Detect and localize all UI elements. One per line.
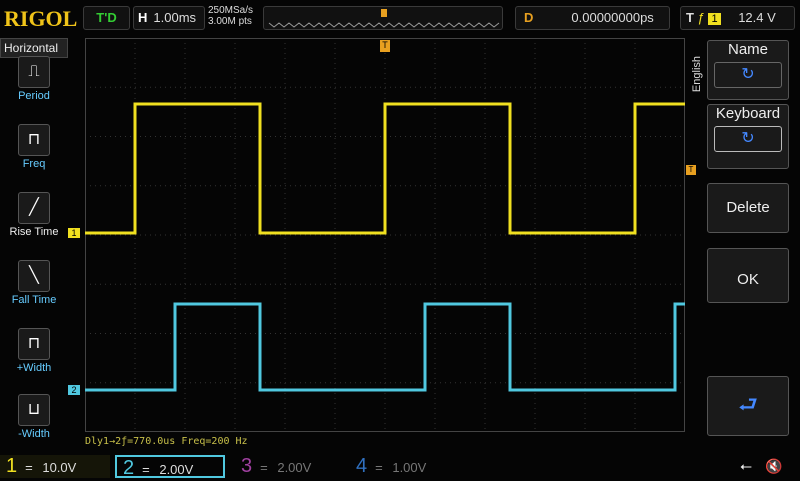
ch-num: 4	[356, 455, 367, 477]
fall-time-button[interactable]: ╲ Fall Time	[3, 260, 65, 306]
period-icon: ⎍	[18, 56, 50, 88]
sample-rate: 250MSa/s	[208, 5, 253, 16]
trigger-display[interactable]: T ƒ 1 12.4 V	[680, 6, 795, 30]
ch1-waveform	[85, 104, 685, 233]
label: Keyboard	[708, 105, 788, 122]
horizontal-measure-menu: Horizontal ⎍ Period ⊓ Freq ╱ Rise Time ╲ Fal…	[0, 38, 68, 453]
ch-scale: 2.00V	[277, 460, 311, 475]
acquisition-info: 250MSa/s3.00M pts	[208, 5, 253, 27]
keyboard-button[interactable]: Keyboard ↻	[707, 104, 789, 169]
label: -Width	[18, 428, 50, 440]
rotate-icon: ↻	[714, 62, 782, 88]
memory-overview[interactable]	[263, 6, 503, 30]
ok-button[interactable]: OK	[707, 248, 789, 303]
trigger-source: 1	[708, 13, 720, 25]
trigger-position-marker[interactable]: T	[380, 40, 390, 52]
fall-time-icon: ╲	[18, 260, 50, 292]
ch2-waveform	[85, 304, 685, 390]
rigol-logo: RIGOL	[4, 6, 77, 32]
ch-scale: 2.00V	[159, 462, 193, 477]
period-button[interactable]: ⎍ Period	[3, 56, 65, 102]
delete-button[interactable]: Delete	[707, 183, 789, 233]
t-label: T	[686, 10, 694, 25]
ch2-marker[interactable]: 2	[68, 385, 80, 395]
freq-icon: ⊓	[18, 124, 50, 156]
timebase-display[interactable]: H 1.00ms	[133, 6, 205, 30]
ch3-scale[interactable]: 3= 2.00V	[235, 455, 345, 478]
rise-time-button[interactable]: ╱ Rise Time	[3, 192, 65, 238]
rise-time-icon: ╱	[18, 192, 50, 224]
delay-value: 0.00000000ps	[571, 10, 653, 25]
language-label: English	[691, 56, 705, 92]
rotate-icon: ↻	[714, 126, 782, 152]
waveform-display[interactable]	[85, 38, 685, 432]
label: Rise Time	[10, 226, 59, 238]
ch2-scale[interactable]: 2= 2.00V	[115, 455, 225, 478]
enter-button[interactable]: ⮐	[707, 376, 789, 436]
trigger-status: T'D	[83, 6, 130, 30]
delay-display[interactable]: D 0.00000000ps	[515, 6, 670, 30]
timebase-value: 1.00ms	[153, 10, 196, 25]
freq-button[interactable]: ⊓ Freq	[3, 124, 65, 170]
label: Name	[708, 41, 788, 58]
rising-edge-icon: ƒ	[698, 10, 705, 25]
pos-width-button[interactable]: ⊓ +Width	[3, 328, 65, 374]
ch1-marker[interactable]: 1	[68, 228, 80, 238]
mute-icon[interactable]: 🔇	[765, 455, 782, 478]
ch1-scale[interactable]: 1= 10.0V	[0, 455, 110, 478]
ch-num: 3	[241, 455, 252, 477]
ch4-scale[interactable]: 4= 1.00V	[350, 455, 460, 478]
label: OK	[737, 271, 759, 288]
ch-scale: 1.00V	[392, 460, 426, 475]
channel-bar: 1= 10.0V 2= 2.00V 3= 2.00V 4= 1.00V ⭠ 🔇	[0, 455, 800, 478]
label: Fall Time	[12, 294, 57, 306]
d-label: D	[524, 10, 533, 25]
label: Period	[18, 90, 50, 102]
enter-icon: ⮐	[738, 392, 758, 417]
menu-title: Horizontal	[0, 38, 68, 58]
name-button[interactable]: Name ↻	[707, 40, 789, 100]
label: +Width	[17, 362, 52, 374]
neg-width-button[interactable]: ⊔ -Width	[3, 394, 65, 440]
neg-width-icon: ⊔	[18, 394, 50, 426]
h-label: H	[138, 10, 147, 25]
trigger-level-marker[interactable]: T	[686, 165, 696, 175]
measurement-readout: Dly1→2ƒ=770.0us Freq=200 Hz	[85, 436, 248, 447]
label-menu: English Name ↻ Keyboard ↻ Delete OK ⮐	[690, 38, 800, 438]
ch-num: 2	[123, 457, 134, 479]
ch-num: 1	[6, 455, 17, 477]
trigger-level: 12.4 V	[738, 10, 776, 25]
pos-width-icon: ⊓	[18, 328, 50, 360]
memory-depth: 3.00M pts	[208, 16, 253, 27]
ch-scale: 10.0V	[42, 460, 76, 475]
usb-icon: ⭠	[740, 455, 752, 478]
label: Delete	[726, 199, 769, 216]
label: Freq	[23, 158, 46, 170]
